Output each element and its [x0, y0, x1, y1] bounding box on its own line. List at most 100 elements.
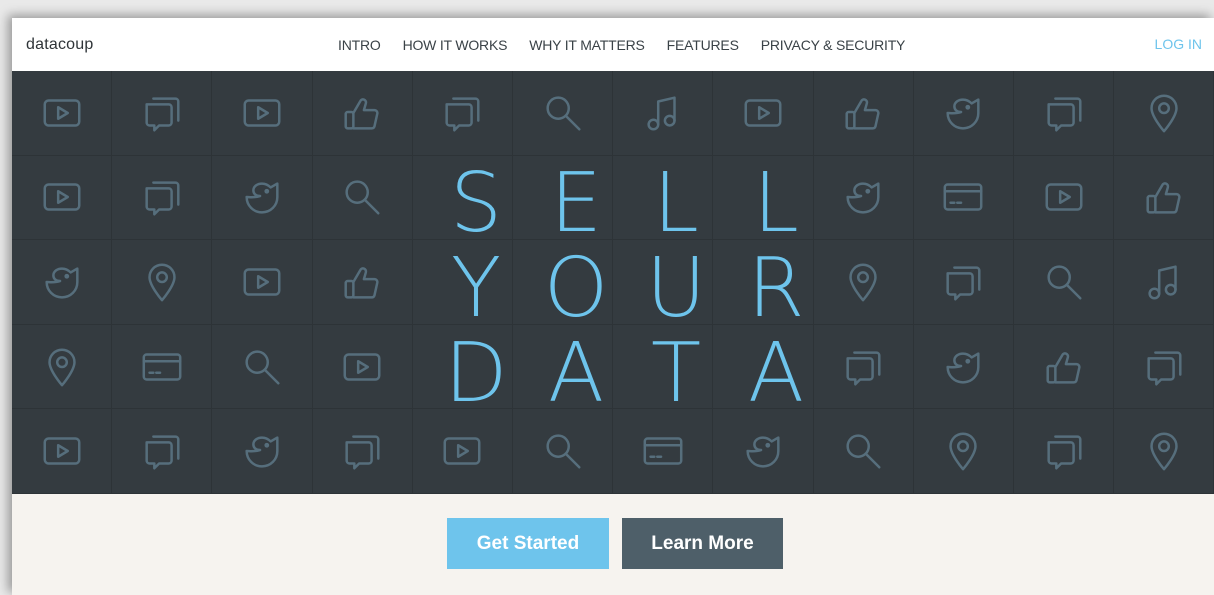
hero-grid-cell: [813, 155, 914, 241]
hero-grid-cell: [1014, 409, 1115, 494]
video-icon: [43, 99, 81, 127]
bird-icon: [946, 98, 980, 130]
thumbs-up-icon: [845, 98, 880, 130]
hero-grid-cell: [12, 71, 113, 156]
hero-letter: A: [547, 326, 605, 421]
hero-grid-cell: [212, 71, 313, 156]
thumbs-up-icon: [1046, 351, 1081, 384]
nav-why-it-matters[interactable]: WHY IT MATTERS: [529, 37, 645, 53]
nav-features[interactable]: FEATURES: [667, 37, 739, 53]
search-icon: [245, 350, 280, 385]
search-icon: [846, 434, 881, 469]
hero-letter: R: [747, 241, 805, 336]
get-started-button[interactable]: Get Started: [447, 518, 609, 569]
login-link[interactable]: LOG IN: [1155, 18, 1202, 71]
hero-grid-cell: [12, 155, 113, 241]
card-icon: [943, 183, 983, 212]
chat-icon: [145, 181, 180, 216]
chat-icon: [1047, 435, 1082, 470]
hero-grid-cell: [112, 71, 213, 156]
hero-grid-cell: [312, 324, 413, 410]
hero-grid-cell: [112, 409, 213, 494]
hero-grid-cell: [12, 324, 113, 410]
hero-grid-cell: [312, 240, 413, 325]
top-navigation-bar: datacoup INTRO HOW IT WORKS WHY IT MATTE…: [12, 18, 1214, 71]
hero-letter: S: [449, 156, 503, 251]
chat-icon: [946, 266, 981, 301]
video-icon: [443, 437, 481, 465]
video-icon: [43, 437, 81, 465]
hero-line-your: YOUR: [426, 246, 826, 331]
hero-grid-cell: [1114, 240, 1214, 325]
hero-grid-cell: [312, 155, 413, 241]
thumbs-up-icon: [1146, 182, 1181, 214]
hero-letter: Y: [450, 241, 502, 336]
thumbs-up-icon: [344, 98, 379, 130]
chat-icon: [145, 97, 180, 132]
chat-icon: [145, 435, 180, 470]
hero-grid-cell: [713, 409, 814, 494]
chat-icon: [345, 435, 380, 470]
hero-grid-cell: [1014, 71, 1115, 156]
location-icon: [949, 432, 978, 471]
hero-grid-cell: [513, 71, 614, 156]
hero-grid-cell: [312, 409, 413, 494]
music-icon: [1148, 265, 1177, 300]
hero-line-sell: SELL: [426, 161, 826, 246]
video-icon: [43, 183, 81, 212]
location-icon: [1150, 94, 1178, 133]
hero-grid-cell: [1014, 240, 1115, 325]
hero-grid-cell: [412, 71, 513, 156]
hero-grid-cell: [613, 409, 714, 494]
hero-letter: U: [645, 241, 707, 336]
video-icon: [243, 268, 281, 296]
hero-line-data: DATA: [426, 331, 826, 416]
location-icon: [849, 263, 877, 302]
bird-icon: [946, 351, 980, 384]
hero-grid-cell: [1014, 155, 1115, 241]
location-icon: [1150, 432, 1178, 471]
hero-grid-cell: [513, 409, 614, 494]
hero-grid-cell: [112, 155, 213, 241]
hero-grid-cell: [1114, 71, 1214, 156]
cta-bar: Get Started Learn More: [12, 494, 1214, 595]
chat-icon: [1147, 350, 1182, 386]
search-icon: [546, 434, 581, 469]
location-icon: [148, 263, 176, 302]
main-nav: INTRO HOW IT WORKS WHY IT MATTERS FEATUR…: [338, 18, 927, 71]
hero-letter: O: [543, 241, 609, 336]
hero-banner: SELL YOUR DATA: [12, 71, 1214, 494]
video-icon: [243, 99, 281, 127]
nav-how-it-works[interactable]: HOW IT WORKS: [403, 37, 508, 53]
card-icon: [142, 352, 182, 381]
hero-grid-cell: [212, 240, 313, 325]
hero-grid-cell: [112, 324, 213, 410]
search-icon: [345, 180, 380, 215]
hero-grid-cell: [412, 409, 513, 494]
hero-grid-cell: [713, 71, 814, 156]
nav-intro[interactable]: INTRO: [338, 37, 381, 53]
bird-icon: [846, 182, 880, 214]
hero-grid-cell: [613, 71, 714, 156]
card-icon: [643, 437, 683, 465]
hero-grid-cell: [913, 71, 1014, 156]
learn-more-button[interactable]: Learn More: [622, 518, 783, 569]
hero-grid-cell: [1114, 324, 1214, 410]
hero-grid-cell: [913, 324, 1014, 410]
hero-grid-cell: [112, 240, 213, 325]
chat-icon: [1047, 97, 1082, 132]
hero-grid-cell: [12, 240, 113, 325]
bird-icon: [45, 267, 79, 299]
hero-grid-cell: [312, 71, 413, 156]
site-logo[interactable]: datacoup: [26, 18, 93, 71]
hero-grid-cell: [1114, 409, 1214, 494]
hero-letter: L: [753, 156, 799, 251]
nav-privacy-security[interactable]: PRIVACY & SECURITY: [761, 37, 906, 53]
hero-grid-cell: [913, 409, 1014, 494]
hero-letter: E: [550, 156, 602, 251]
hero-grid-cell: [1014, 324, 1115, 410]
music-icon: [647, 96, 676, 131]
hero-grid-cell: [212, 324, 313, 410]
hero-grid-cell: [913, 240, 1014, 325]
chat-icon: [445, 97, 480, 132]
